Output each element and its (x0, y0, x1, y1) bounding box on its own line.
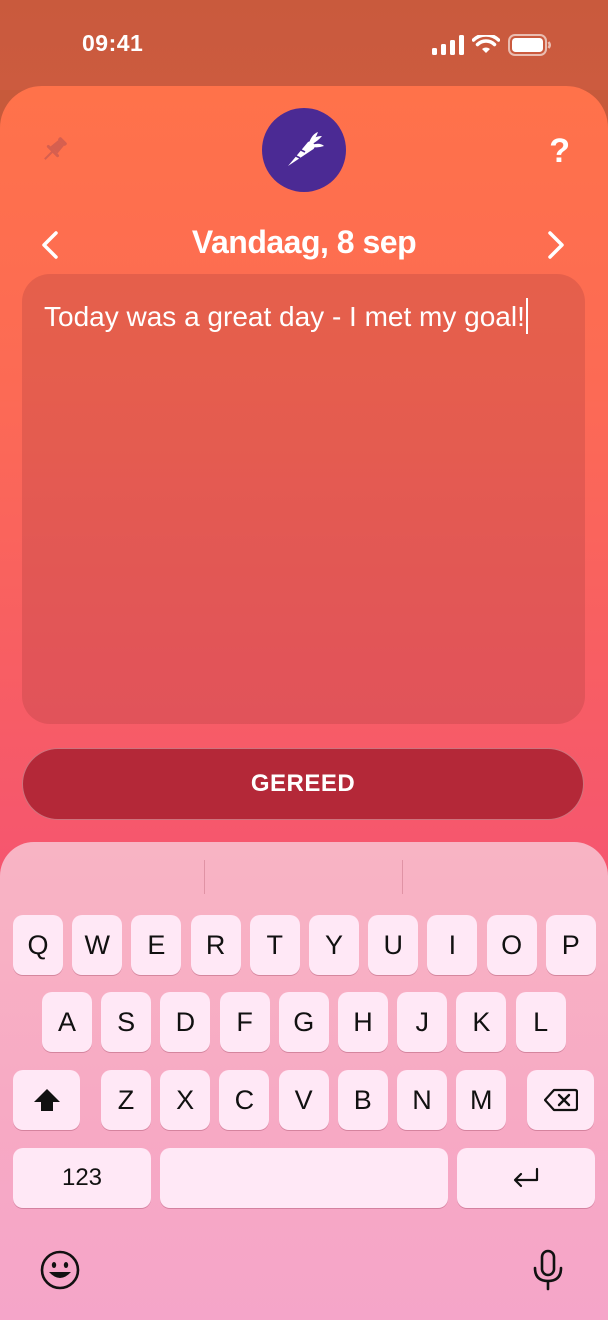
key-u[interactable]: U (368, 915, 419, 975)
key-g[interactable]: G (278, 992, 329, 1052)
text-cursor (525, 298, 528, 334)
key-y[interactable]: Y (309, 915, 359, 975)
chevron-right-icon[interactable] (540, 230, 570, 260)
status-time: 09:41 (82, 30, 144, 56)
carrot-logo (262, 108, 346, 192)
emoji-icon[interactable] (38, 1248, 82, 1292)
carrot-icon (288, 132, 324, 166)
key-p[interactable]: P (545, 915, 596, 975)
date-navigation: Vandaag, 8 sep (0, 222, 608, 268)
key-m[interactable]: M (456, 1070, 507, 1130)
numbers-key[interactable]: 123 (13, 1148, 151, 1208)
keyboard: QWERTYUIOP ASDFGHJKL ZXCVBNM 123 (0, 842, 608, 1320)
note-text-area[interactable]: Today was a great day - I met my goal! (22, 274, 585, 724)
battery-icon (508, 34, 551, 56)
key-z[interactable]: Z (101, 1070, 151, 1130)
key-r[interactable]: R (190, 915, 241, 975)
key-o[interactable]: O (486, 915, 537, 975)
key-w[interactable]: W (72, 915, 123, 975)
return-icon (513, 1167, 539, 1188)
shift-key[interactable] (13, 1070, 80, 1130)
suggestion-divider (402, 860, 403, 894)
key-t[interactable]: T (249, 915, 300, 975)
wifi-icon (472, 35, 500, 53)
key-n[interactable]: N (397, 1070, 447, 1130)
backspace-icon (543, 1088, 578, 1112)
key-b[interactable]: B (337, 1070, 388, 1130)
status-icons (432, 34, 552, 56)
key-v[interactable]: V (278, 1070, 329, 1130)
space-key[interactable] (160, 1148, 448, 1208)
cellular-signal-icon (432, 35, 464, 55)
key-a[interactable]: A (42, 992, 92, 1052)
key-e[interactable]: E (131, 915, 182, 975)
note-text-content: Today was a great day - I met my goal! (44, 298, 528, 334)
microphone-icon[interactable] (526, 1248, 570, 1292)
date-title: Vandaag, 8 sep (191, 224, 417, 260)
key-d[interactable]: D (160, 992, 211, 1052)
return-key[interactable] (457, 1148, 595, 1208)
journal-sheet: ? Vandaag, 8 sep Today was a great day -… (0, 86, 608, 1320)
suggestion-divider (204, 860, 205, 894)
key-l[interactable]: L (515, 992, 566, 1052)
backspace-key[interactable] (527, 1070, 594, 1130)
status-bar: 09:41 (0, 0, 608, 90)
key-j[interactable]: J (397, 992, 448, 1052)
key-x[interactable]: X (160, 1070, 211, 1130)
help-button[interactable]: ? (549, 132, 570, 171)
pin-icon[interactable] (36, 132, 72, 168)
done-button[interactable]: GEREED (22, 748, 584, 820)
key-s[interactable]: S (101, 992, 152, 1052)
shift-icon (33, 1089, 60, 1111)
key-q[interactable]: Q (13, 915, 63, 975)
note-text: Today was a great day - I met my goal! (44, 301, 525, 332)
key-f[interactable]: F (219, 992, 270, 1052)
key-h[interactable]: H (338, 992, 388, 1052)
key-i[interactable]: I (427, 915, 478, 975)
key-c[interactable]: C (219, 1070, 270, 1130)
key-k[interactable]: K (456, 992, 507, 1052)
